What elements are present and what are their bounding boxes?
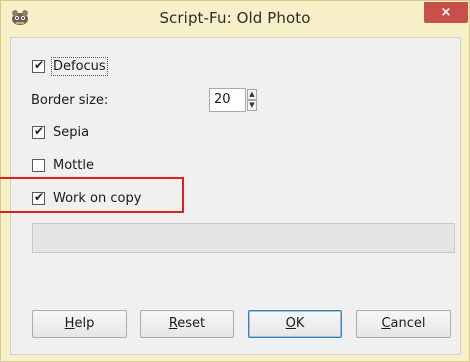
spin-down-icon[interactable]: ▼ [247, 100, 257, 111]
checkmark-icon: ✔ [34, 58, 45, 72]
spin-up-icon[interactable]: ▲ [247, 89, 257, 100]
title-bar[interactable]: Script-Fu: Old Photo × [1, 1, 469, 37]
reset-button[interactable]: Reset [140, 310, 234, 338]
close-button[interactable]: × [424, 2, 468, 23]
defocus-label: Defocus [51, 57, 108, 76]
progress-bar [32, 223, 455, 253]
border-size-spinner[interactable]: 20 ▲ ▼ [209, 88, 257, 112]
sepia-checkbox[interactable]: ✔ [32, 124, 45, 139]
close-icon: × [440, 5, 452, 20]
reset-label: eset [177, 316, 206, 331]
ok-label: K [295, 316, 305, 331]
help-mnemonic: H [64, 316, 75, 331]
highlight-box [0, 177, 184, 213]
ok-button[interactable]: OK [248, 310, 342, 338]
cancel-button[interactable]: Cancel [356, 310, 451, 338]
cancel-mnemonic: C [381, 316, 391, 331]
help-button[interactable]: Help [32, 310, 127, 338]
border-size-input[interactable]: 20 [209, 88, 246, 112]
sepia-label: Sepia [53, 125, 90, 140]
border-size-label: Border size: [31, 93, 109, 108]
help-label: elp [74, 316, 95, 331]
window-title: Script-Fu: Old Photo [159, 9, 311, 27]
checkmark-icon: ✔ [34, 124, 45, 138]
ok-mnemonic: O [285, 316, 296, 331]
mottle-label: Mottle [53, 158, 94, 173]
defocus-checkbox[interactable]: ✔ [32, 58, 45, 73]
mottle-checkbox[interactable] [32, 159, 45, 172]
reset-mnemonic: R [168, 316, 178, 331]
dialog-window: Script-Fu: Old Photo × ✔ Defocus Border … [0, 0, 470, 362]
cancel-label: ancel [390, 316, 426, 331]
